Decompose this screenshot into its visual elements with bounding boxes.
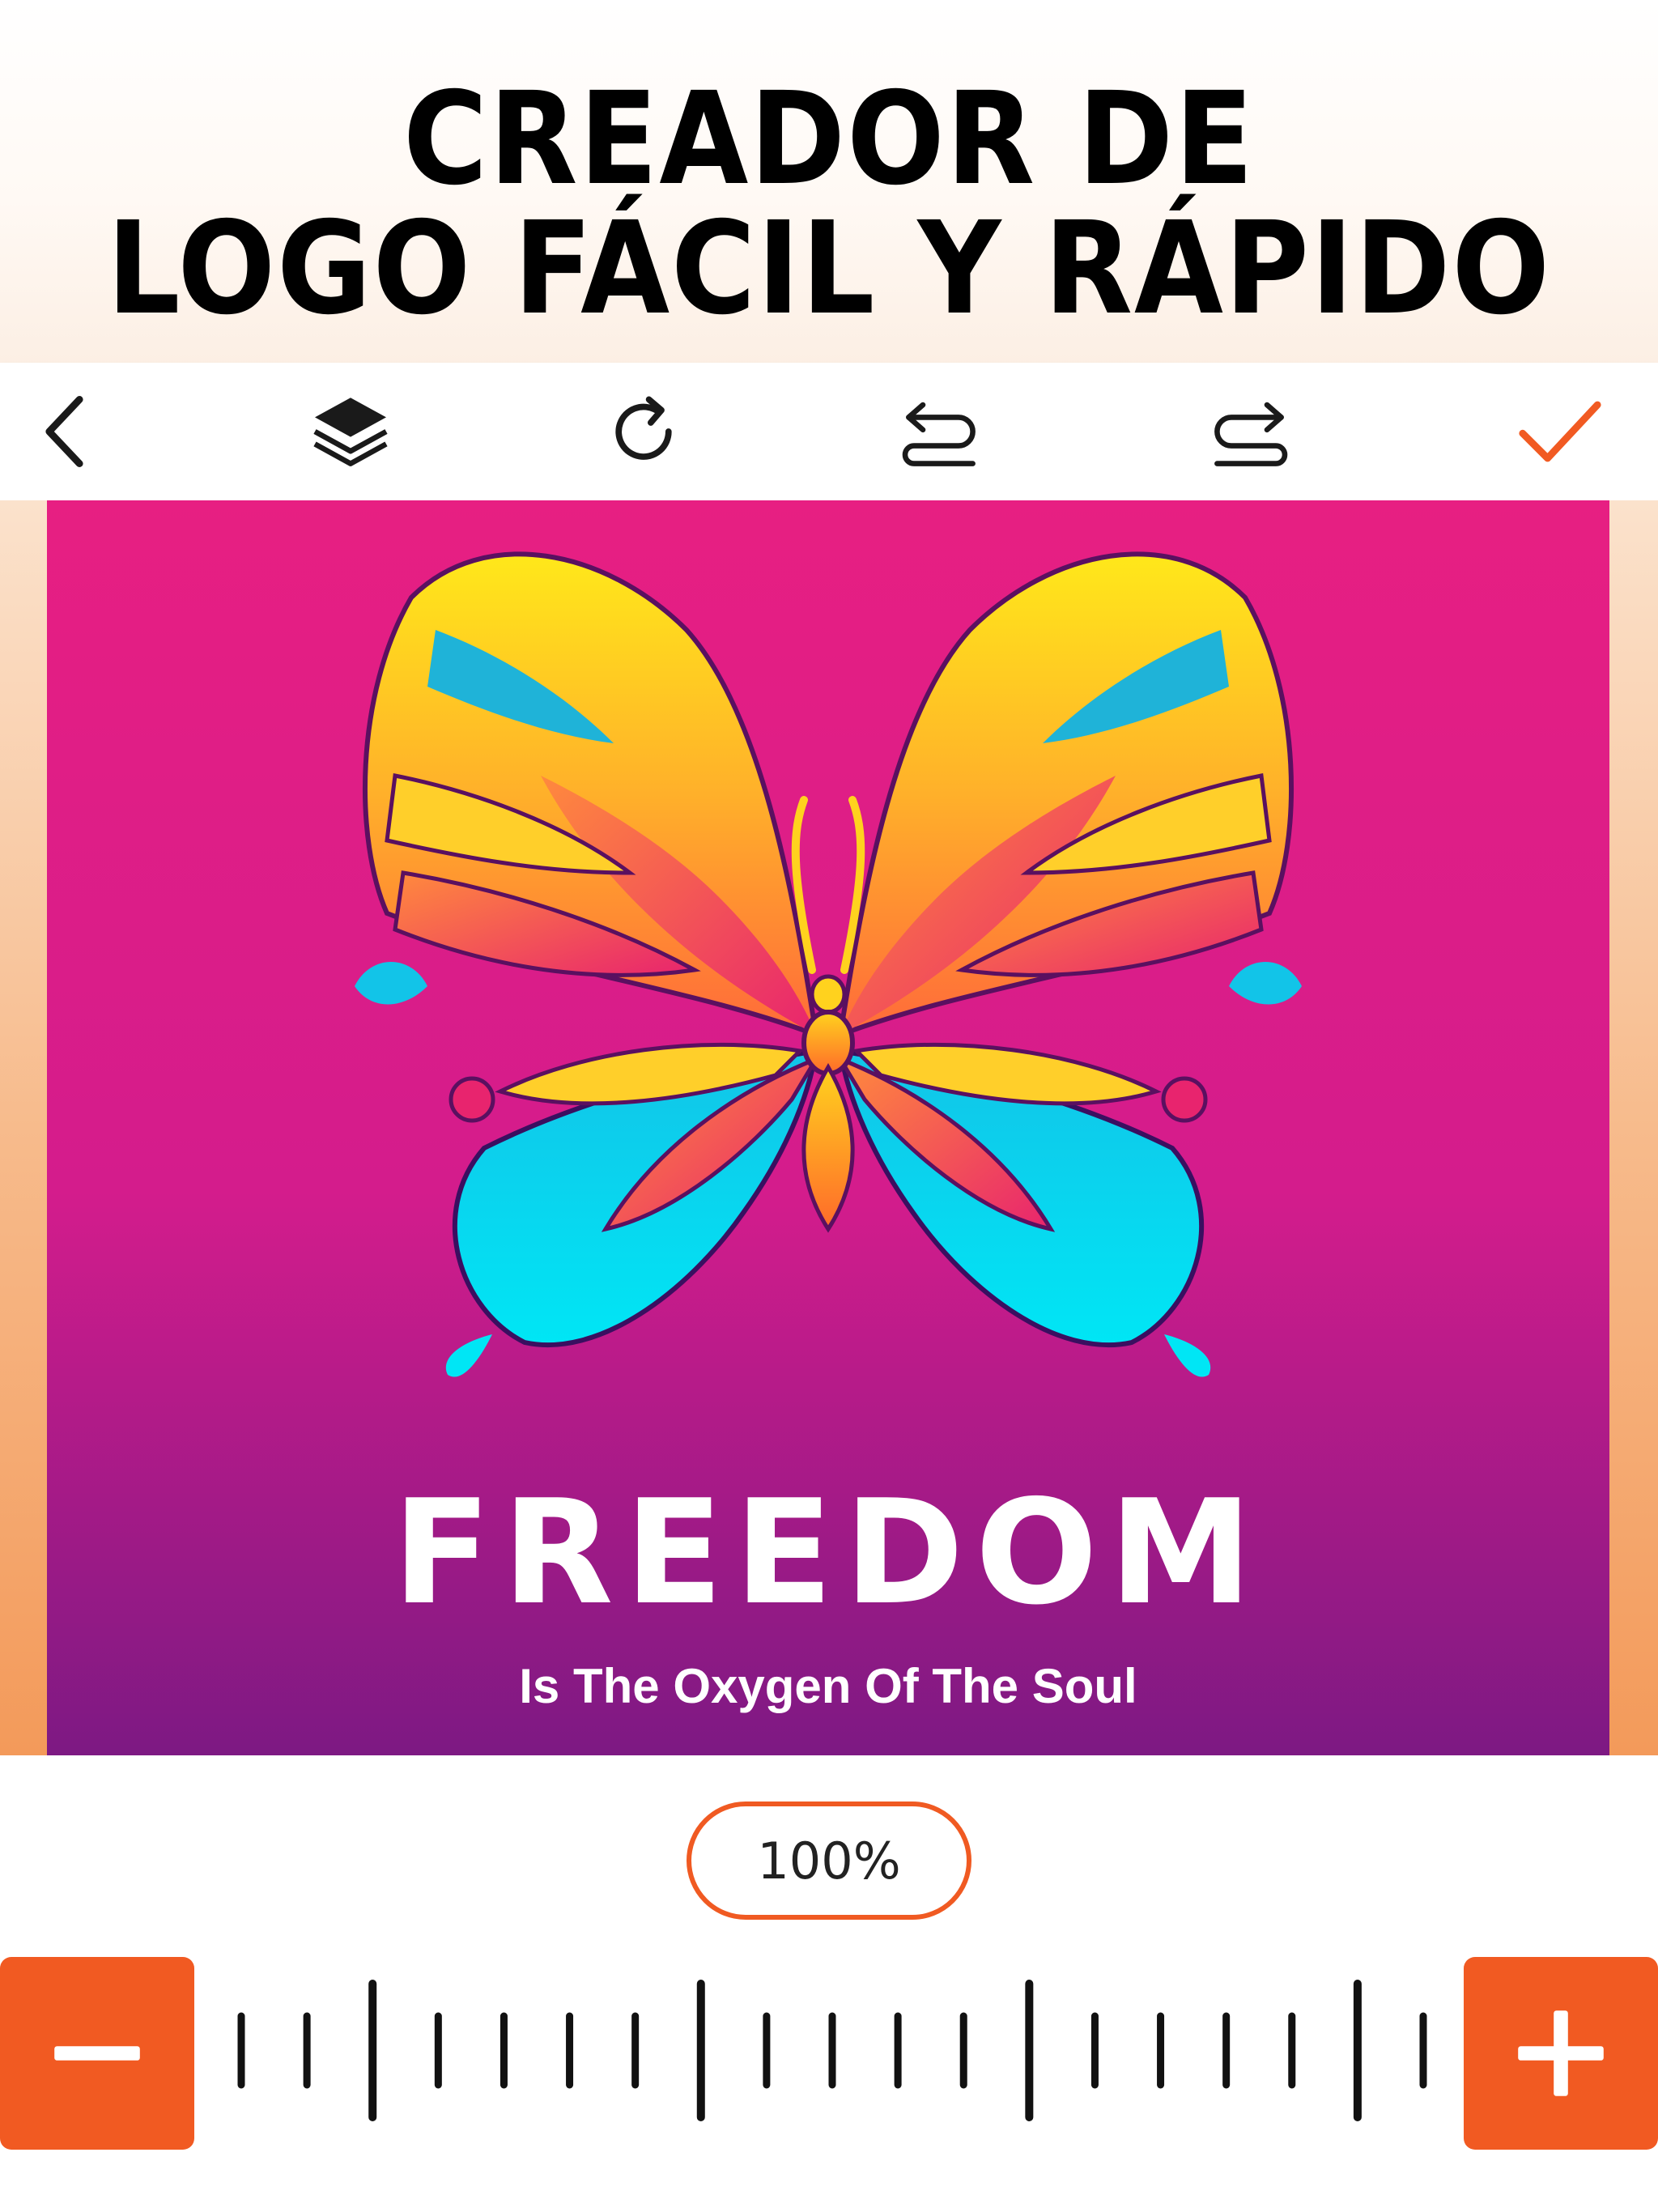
zoom-out-button[interactable] <box>0 1957 194 2150</box>
layers-icon <box>313 398 388 466</box>
left-lower-wing <box>355 962 821 1377</box>
confirm-button[interactable] <box>1507 379 1613 484</box>
logo-subtitle-text[interactable]: Is The Oxygen Of The Soul <box>47 1658 1609 1715</box>
promo-header: CREADOR DE LOGO FÁCIL Y RÁPIDO <box>0 0 1658 363</box>
zoom-ruler-slider[interactable] <box>194 1976 1464 2121</box>
right-upper-wing <box>837 551 1295 1039</box>
promo-title: CREADOR DE LOGO FÁCIL Y RÁPIDO <box>83 74 1575 334</box>
redo-button[interactable] <box>1197 379 1302 484</box>
check-icon <box>1519 401 1601 462</box>
zoom-level-value: 100% <box>757 1831 901 1891</box>
zoom-in-button[interactable] <box>1464 1957 1658 2150</box>
left-upper-wing <box>362 551 819 1039</box>
back-button[interactable] <box>16 379 121 484</box>
chevron-left-icon <box>45 396 83 467</box>
minus-icon <box>54 2046 140 2061</box>
logo-title-text[interactable]: FREEDOM <box>47 1480 1609 1626</box>
layers-button[interactable] <box>298 379 403 484</box>
butterfly-logo[interactable] <box>338 533 1318 1383</box>
zoom-level-display: 100% <box>687 1802 971 1920</box>
plus-icon <box>1518 2010 1604 2096</box>
right-lower-wing <box>835 962 1302 1377</box>
editor-toolbar <box>0 363 1658 500</box>
rotate-button[interactable] <box>591 379 696 484</box>
promo-title-line1: CREADOR DE <box>402 65 1256 214</box>
logo-canvas[interactable]: FREEDOM Is The Oxygen Of The Soul <box>47 500 1609 1755</box>
rotate-icon <box>615 396 672 460</box>
redo-icon <box>1214 402 1288 466</box>
undo-button[interactable] <box>888 379 993 484</box>
promo-title-line2: LOGO FÁCIL Y RÁPIDO <box>106 194 1552 343</box>
canvas-area: FREEDOM Is The Oxygen Of The Soul <box>0 500 1658 1755</box>
undo-icon <box>902 402 976 466</box>
